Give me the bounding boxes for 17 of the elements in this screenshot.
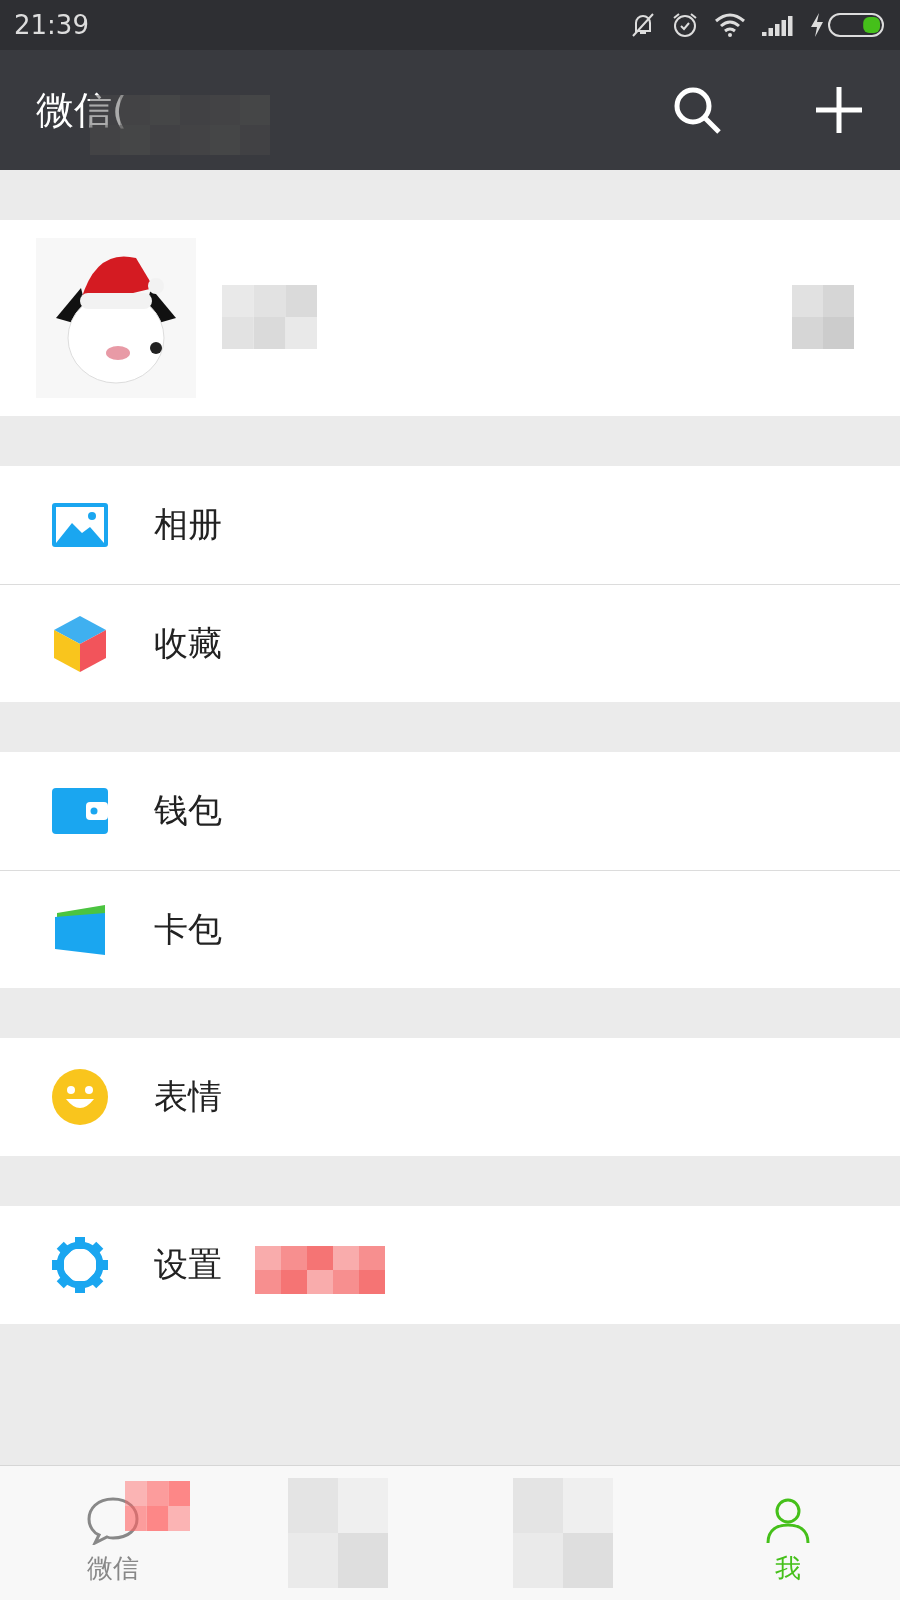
- smiley-icon: [52, 1069, 108, 1125]
- picture-icon: [52, 503, 108, 547]
- add-button[interactable]: [814, 85, 864, 135]
- mosaic-patch: [125, 1481, 190, 1531]
- battery-icon: [828, 13, 886, 37]
- mosaic-patch: [792, 285, 854, 349]
- bell-muted-icon: [630, 12, 656, 38]
- app-title: 微信(: [36, 86, 127, 134]
- alarm-icon: [672, 12, 698, 38]
- card-icon: [53, 904, 107, 955]
- signal-icon: [762, 14, 794, 36]
- wallet-icon: [52, 788, 108, 834]
- search-button[interactable]: [672, 85, 722, 135]
- wifi-icon: [714, 13, 746, 37]
- cube-icon: [54, 615, 106, 672]
- status-time: 21:39: [14, 10, 89, 40]
- gear-icon: [52, 1237, 108, 1293]
